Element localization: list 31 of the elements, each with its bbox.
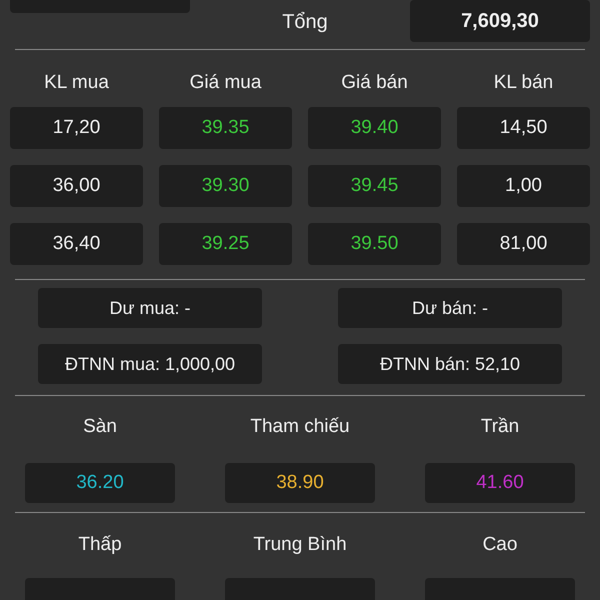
range-label: Trung Bình	[253, 533, 347, 557]
volume-cell: 81,00	[457, 223, 590, 265]
reference-label: Sàn	[83, 415, 117, 439]
price-cell: 39.40	[308, 107, 441, 149]
total-value: 7,609,30	[410, 0, 590, 42]
column-header: Giá mua	[190, 70, 262, 95]
volume-cell: 17,20	[10, 107, 143, 149]
price-cell: 39.45	[308, 165, 441, 207]
column-header: KL mua	[44, 70, 109, 95]
column-header: KL bán	[494, 70, 554, 95]
volume-cell: 14,50	[457, 107, 590, 149]
price-cell: 39.35	[159, 107, 292, 149]
summary-cell: ĐTNN mua: 1,000,00	[38, 344, 262, 384]
price-cell: 39.50	[308, 223, 441, 265]
reference-label: Tham chiếu	[250, 415, 350, 439]
volume-cell: 36,00	[10, 165, 143, 207]
price-cell: 39.30	[159, 165, 292, 207]
summary-cell: ĐTNN bán: 52,10	[338, 344, 562, 384]
reference-label: Trần	[480, 415, 520, 439]
range-label: Thấp	[78, 533, 122, 557]
summary-cell: Dư mua: -	[38, 288, 262, 328]
reference-value: 38.90	[225, 463, 375, 503]
column-header: Giá bán	[341, 70, 408, 95]
range-label: Cao	[482, 533, 518, 557]
total-label: Tổng	[282, 10, 328, 35]
volume-cell: 1,00	[457, 165, 590, 207]
reference-value: 41.60	[425, 463, 575, 503]
volume-cell: 36,40	[10, 223, 143, 265]
price-cell: 39.25	[159, 223, 292, 265]
summary-cell: Dư bán: -	[338, 288, 562, 328]
reference-value: 36.20	[25, 463, 175, 503]
